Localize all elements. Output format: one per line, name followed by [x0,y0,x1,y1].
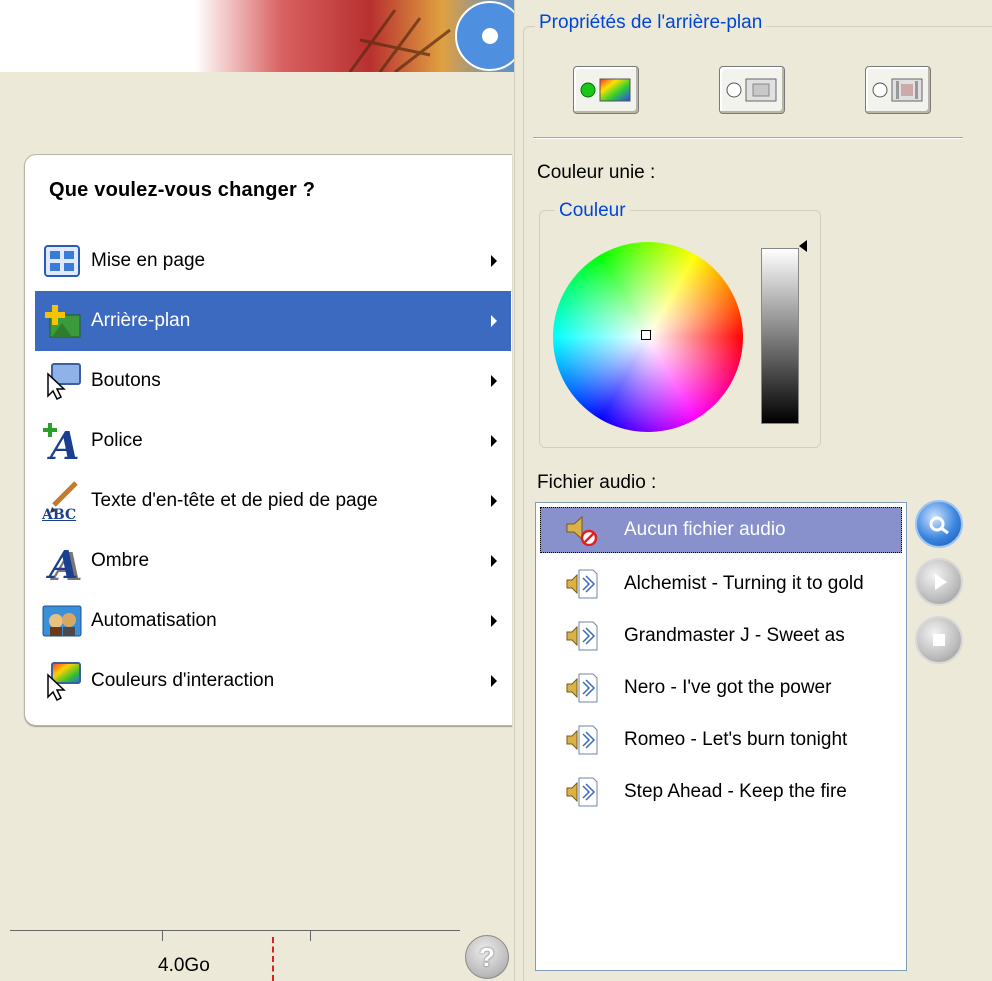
open-folder-icon [929,516,949,535]
submenu-arrow-icon [491,495,497,507]
audio-list-item[interactable]: Grandmaster J - Sweet as [540,613,902,659]
stop-audio-button[interactable] [915,616,963,664]
properties-title: Propriétés de l'arrière-plan [535,12,767,34]
image-mode-icon [726,78,777,102]
menu-item-background[interactable]: Arrière-plan [35,291,511,351]
menu-title: Que voulez-vous changer ? [49,179,316,201]
play-icon [935,574,947,590]
submenu-arrow-icon [491,615,497,627]
solid-color-mode-icon [580,78,631,102]
audio-list-item[interactable]: Nero - I've got the power [540,665,902,711]
menu-item-automation[interactable]: Automatisation [35,591,511,651]
interaction-colors-icon [35,659,89,703]
buttons-icon [35,359,89,403]
menu-item-label: Boutons [91,370,161,391]
audio-file-name: Alchemist - Turning it to gold [624,573,864,594]
audio-file-name: Romeo - Let's burn tonight [624,729,848,750]
disc-capacity-ruler: 4.0Go [10,930,460,981]
menu-item-label: Automatisation [91,610,217,631]
audio-file-icon [540,561,624,607]
ruler-tick [310,931,311,941]
menu-item-label: Arrière-plan [91,310,191,331]
image-mode-button[interactable] [719,66,785,114]
solid-color-label: Couleur unie : [537,162,656,183]
background-properties-panel: Propriétés de l'arrière-plan Couleur uni… [514,0,992,981]
audio-file-name: Step Ahead - Keep the fire [624,781,847,802]
audio-file-icon [540,665,624,711]
open-audio-button[interactable] [915,500,963,548]
menu-item-label: Ombre [91,550,150,571]
menu-item-shadow[interactable]: A A Ombre [35,531,511,591]
menu-item-interaction-colors[interactable]: Couleurs d'interaction [35,651,511,711]
wizard-left-panel: Que voulez-vous changer ? Mise en page A… [0,0,514,981]
audio-file-name: Nero - I've got the power [624,677,832,698]
submenu-arrow-icon [491,555,497,567]
menu-item-label: Mise en page [91,250,206,271]
help-button[interactable]: ? [465,935,509,979]
audio-file-list[interactable]: Aucun fichier audio Alchemist - Turning … [535,502,907,971]
menu-item-label: Police [91,430,143,451]
audio-list-item[interactable]: Aucun fichier audio [540,507,902,553]
header-banner [0,0,514,72]
solid-color-mode-button[interactable] [573,66,639,114]
menu-item-buttons[interactable]: Boutons [35,351,511,411]
audio-file-icon [540,717,624,763]
brightness-slider[interactable] [761,248,799,424]
submenu-arrow-icon [491,315,497,327]
menu-item-font[interactable]: A Police [35,411,511,471]
submenu-arrow-icon [491,255,497,267]
audio-file-icon [540,613,624,659]
disc-banner-image [0,0,514,72]
audio-file-name: Aucun fichier audio [624,519,786,540]
video-mode-button[interactable] [865,66,931,114]
svg-text:ABC: ABC [41,507,76,521]
brightness-pointer-icon[interactable] [799,240,807,252]
color-group-title: Couleur [555,200,630,222]
menu-item-label: Texte d'en-tête et de pied de page [91,490,378,511]
no-audio-icon [540,507,624,553]
automation-icon [35,599,89,643]
stop-icon [933,634,945,646]
play-audio-button[interactable] [915,558,963,606]
audio-file-name: Grandmaster J - Sweet as [624,625,845,646]
layout-icon [35,239,89,283]
menu-item-label: Couleurs d'interaction [91,670,275,691]
menu-item-header-footer-text[interactable]: ABC Texte d'en-tête et de pied de page [35,471,511,531]
submenu-arrow-icon [491,675,497,687]
ruler-tick [162,931,163,941]
submenu-arrow-icon [491,435,497,447]
help-icon: ? [479,941,495,972]
menu-item-layout[interactable]: Mise en page [35,231,511,291]
color-wheel-cursor[interactable] [641,330,651,340]
audio-list-item[interactable]: Step Ahead - Keep the fire [540,769,902,815]
background-icon [35,299,89,343]
audio-file-icon [540,769,624,815]
video-mode-icon [872,78,923,102]
svg-text:A: A [46,542,78,581]
change-menu: Que voulez-vous changer ? Mise en page A… [24,154,512,726]
shadow-icon: A A [35,539,89,583]
font-icon: A [35,419,89,463]
capacity-limit-marker [272,937,274,981]
separator [533,137,963,139]
audio-list-item[interactable]: Romeo - Let's burn tonight [540,717,902,763]
audio-list-item[interactable]: Alchemist - Turning it to gold [540,561,902,607]
submenu-arrow-icon [491,375,497,387]
capacity-label: 4.0Go [158,955,210,976]
audio-file-label: Fichier audio : [537,472,657,493]
header-footer-text-icon: ABC [35,479,89,523]
